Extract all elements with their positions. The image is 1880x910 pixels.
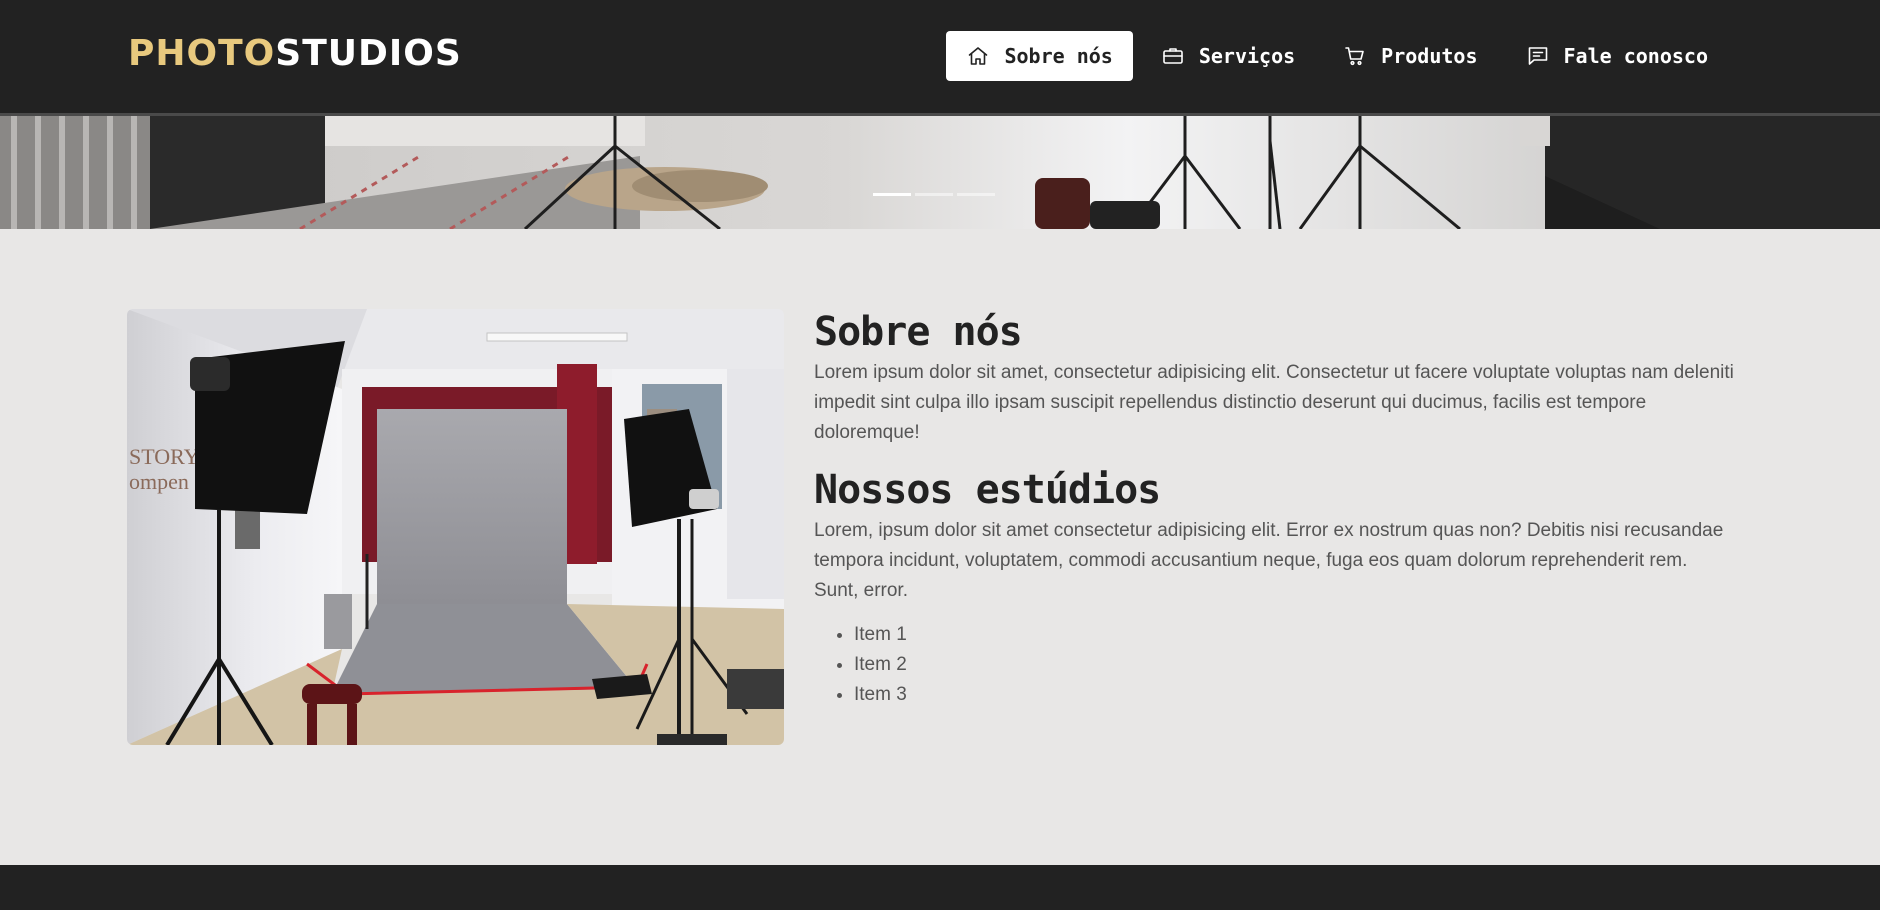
carousel-dot[interactable] [957, 193, 995, 196]
about-paragraph: Lorem ipsum dolor sit amet, consectetur … [814, 362, 1734, 443]
cart-icon [1343, 44, 1367, 68]
studios-heading: Nossos estúdios [814, 467, 1161, 513]
main-nav: Sobre nós Serviços Produtos Fale conosco [946, 31, 1728, 81]
top-navbar: PHOTOSTUDIOS Sobre nós Serviços Produtos… [0, 0, 1880, 116]
carousel-dot[interactable] [873, 193, 911, 196]
about-heading: Sobre nós [814, 309, 1023, 355]
nav-label: Serviços [1198, 44, 1296, 68]
hero-studio-image [0, 116, 1880, 229]
nav-label: Produtos [1381, 44, 1478, 68]
logo-part-studios: STUDIOS [275, 33, 462, 74]
list-item: Item 1 [854, 620, 1734, 650]
nav-produtos[interactable]: Produtos [1323, 31, 1497, 81]
nav-sobre-nos[interactable]: Sobre nós [946, 31, 1133, 81]
list-item: Item 3 [854, 680, 1734, 710]
nav-label: Fale conosco [1563, 44, 1709, 68]
carousel-dot[interactable] [915, 193, 953, 196]
hero-carousel[interactable] [0, 116, 1880, 229]
nav-fale-conosco[interactable]: Fale conosco [1506, 31, 1729, 81]
about-content: Sobre nós Lorem ipsum dolor sit amet, co… [814, 306, 1734, 710]
nav-servicos[interactable]: Serviços [1141, 31, 1315, 81]
svg-text:STORY: STORY [129, 444, 200, 469]
page-footer [0, 865, 1880, 910]
chat-icon [1526, 44, 1550, 68]
logo-part-photo: PHOTO [128, 33, 276, 74]
studio-photo: STORY ompen [127, 309, 784, 745]
list-item: Item 2 [854, 650, 1734, 680]
nav-label: Sobre nós [1004, 44, 1113, 68]
studios-paragraph: Lorem, ipsum dolor sit amet consectetur … [814, 520, 1724, 601]
carousel-indicators [873, 193, 995, 196]
studios-list: Item 1 Item 2 Item 3 [814, 620, 1734, 710]
brand-logo[interactable]: PHOTOSTUDIOS [128, 34, 462, 74]
briefcase-icon [1161, 44, 1185, 68]
home-icon [966, 44, 990, 68]
svg-text:ompen: ompen [129, 469, 189, 494]
